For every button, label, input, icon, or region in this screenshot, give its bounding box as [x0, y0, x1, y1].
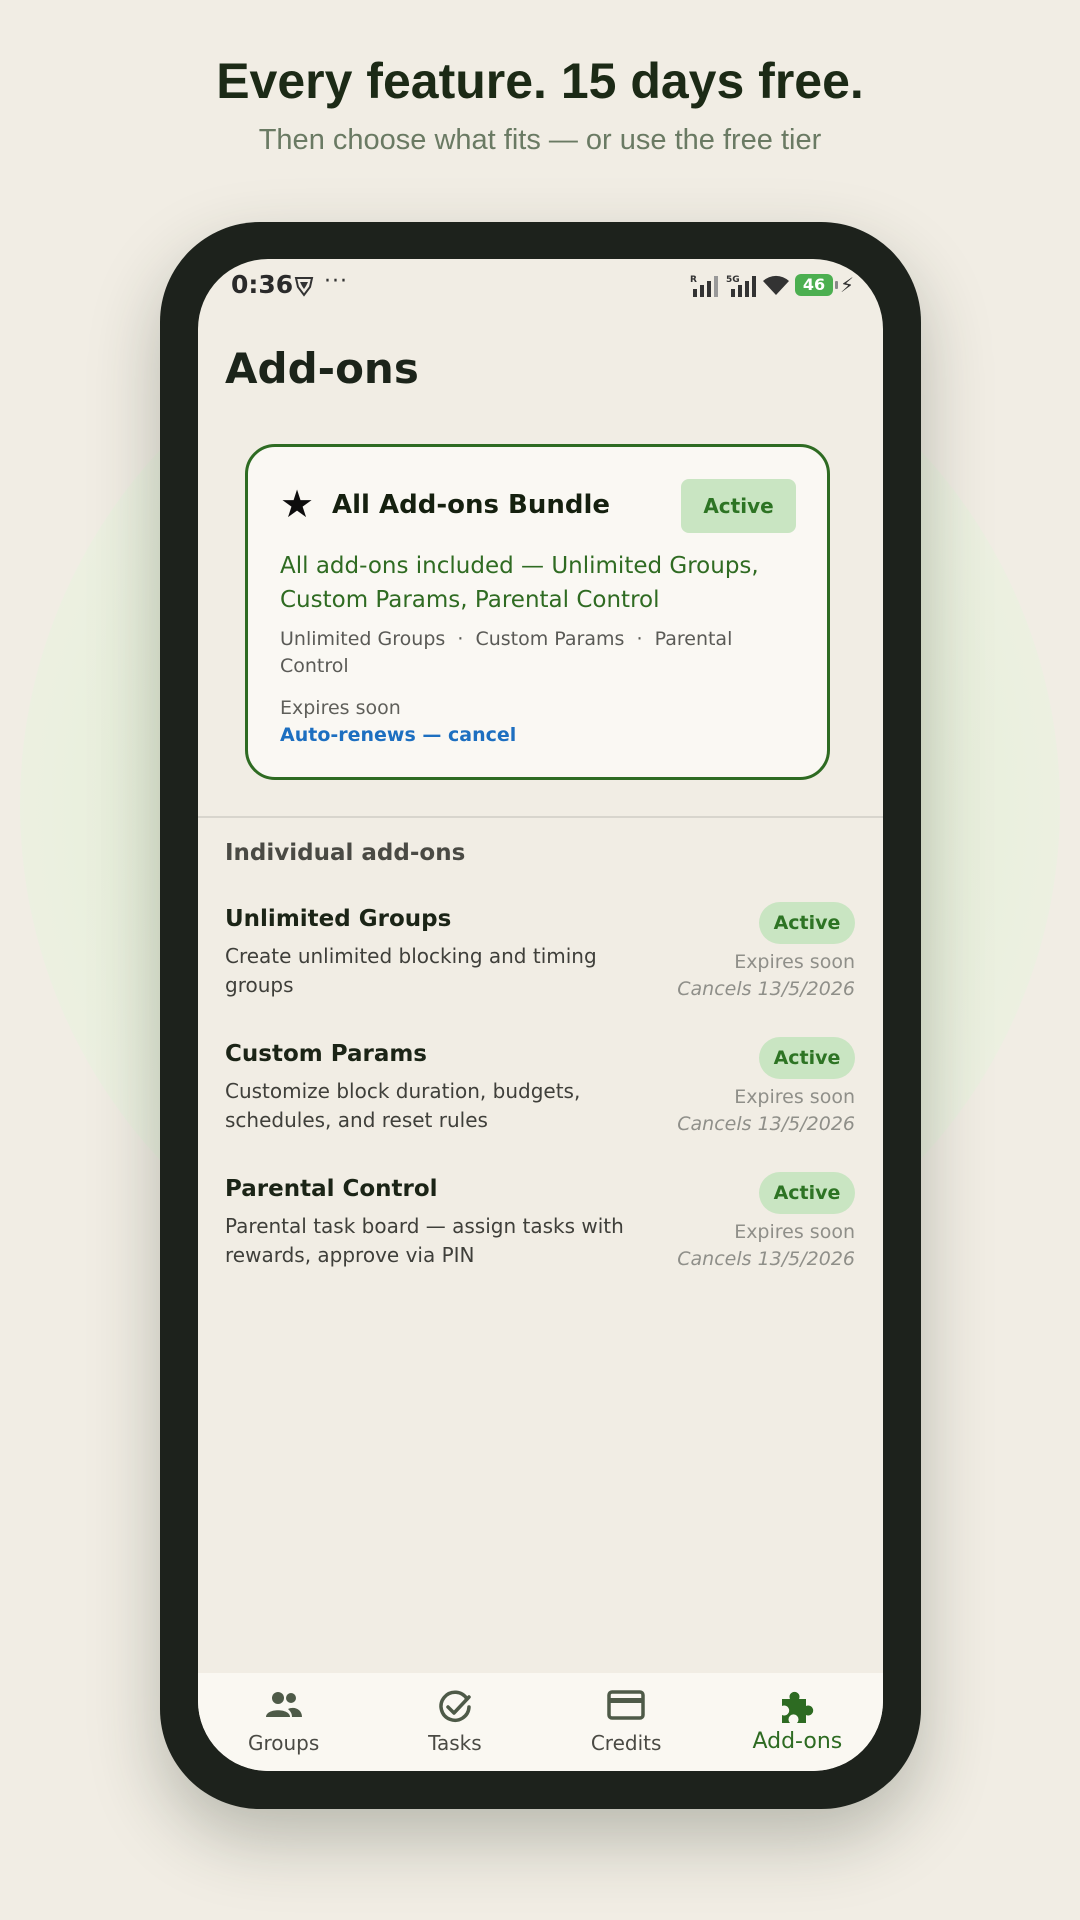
star-icon: ★ [280, 482, 315, 526]
nav-item-groups[interactable]: Groups [198, 1673, 369, 1771]
addon-status-badge: Active [759, 1037, 855, 1079]
signal-5g-icon: 5G [726, 275, 756, 297]
signal-2-label: 5G [726, 275, 740, 285]
wifi-icon [763, 275, 789, 295]
addon-expiry: Expires soon [734, 1086, 855, 1108]
addon-description: Create unlimited blocking and timing gro… [225, 944, 597, 997]
addon-row-unlimited-groups[interactable]: Unlimited Groups Create unlimited blocki… [225, 902, 855, 1016]
battery-level: 46 [802, 275, 826, 294]
signal-1-label: R [690, 275, 697, 285]
addon-description: Parental task board — assign tasks with … [225, 1214, 624, 1267]
credit-card-icon [607, 1690, 645, 1720]
section-title-individual: Individual add-ons [225, 840, 466, 866]
bottom-nav: Groups Tasks Credits Add-ons [198, 1673, 883, 1771]
bundle-status-badge: Active [681, 479, 796, 533]
vpn-shield-icon [294, 277, 314, 297]
signal-icon: R [690, 275, 718, 297]
addon-name: Custom Params [225, 1041, 427, 1067]
nav-item-tasks[interactable]: Tasks [369, 1673, 540, 1771]
nav-item-credits[interactable]: Credits [541, 1673, 712, 1771]
bundle-title: All Add-ons Bundle [332, 490, 611, 520]
promo-headline: Every feature. 15 days free. [216, 53, 864, 109]
promo-subheadline: Then choose what fits — or use the free … [258, 124, 822, 156]
more-notifications-icon: ··· [324, 269, 348, 294]
addon-status-badge: Active [759, 1172, 855, 1214]
addon-expiry: Expires soon [734, 1221, 855, 1243]
status-time: 0:36 [231, 270, 294, 299]
puzzle-icon [782, 1691, 814, 1723]
charging-bolt-icon: ⚡ [840, 273, 855, 297]
bundle-expiry: Expires soon [280, 697, 401, 719]
nav-item-add-ons[interactable]: Add-ons [712, 1673, 883, 1771]
addon-name: Parental Control [225, 1176, 438, 1202]
nav-label-add-ons: Add-ons [752, 1729, 843, 1754]
addon-cancels-date: Cancels 13/5/2026 [677, 1248, 855, 1270]
check-circle-icon [439, 1690, 471, 1722]
addon-expiry: Expires soon [734, 951, 855, 973]
addon-description: Customize block duration, budgets, sched… [225, 1079, 581, 1132]
addon-cancels-date: Cancels 13/5/2026 [677, 978, 855, 1000]
page-title: Add-ons [225, 344, 419, 393]
addon-row-parental-control[interactable]: Parental Control Parental task board — a… [225, 1172, 855, 1286]
bundle-cancel-link[interactable]: Auto-renews — cancel [280, 724, 516, 746]
nav-label-groups: Groups [247, 1731, 320, 1755]
addon-cancels-date: Cancels 13/5/2026 [677, 1113, 855, 1135]
bundle-features: Unlimited Groups · Custom Params · Paren… [280, 628, 739, 677]
nav-label-tasks: Tasks [428, 1731, 482, 1755]
divider [198, 816, 883, 818]
bundle-card[interactable]: ★ All Add-ons Bundle Active All add-ons … [245, 444, 830, 780]
bundle-description: All add-ons included — Unlimited Groups,… [280, 553, 759, 613]
phone-frame: 0:36 ··· R 5G 46 ⚡ Add-ons ★ All Add-ons… [160, 222, 921, 1809]
nav-label-credits: Credits [590, 1731, 662, 1755]
addon-name: Unlimited Groups [225, 906, 452, 932]
addon-row-custom-params[interactable]: Custom Params Customize block duration, … [225, 1037, 855, 1151]
battery-icon: 46 [795, 274, 838, 296]
groups-icon [265, 1692, 302, 1717]
phone-screen: 0:36 ··· R 5G 46 ⚡ Add-ons ★ All Add-ons… [198, 259, 883, 1771]
status-bar: 0:36 ··· R 5G 46 ⚡ [198, 259, 883, 315]
addon-status-badge: Active [759, 902, 855, 944]
